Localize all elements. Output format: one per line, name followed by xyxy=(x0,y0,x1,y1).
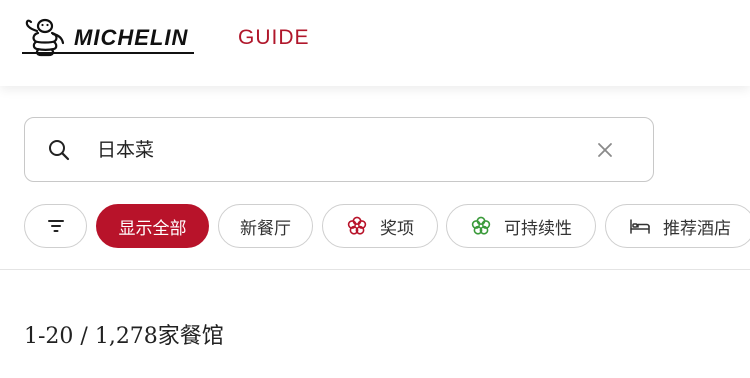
michelin-logo[interactable]: MICHELIN xyxy=(22,14,194,58)
chip-recommended-hotels[interactable]: 推荐酒店 xyxy=(605,204,750,248)
close-icon[interactable] xyxy=(595,140,615,160)
site-header: MICHELIN GUIDE xyxy=(0,0,750,86)
results-count: 1-20 / 1,278家餐馆 xyxy=(24,324,224,349)
search-input[interactable]: 日本菜 xyxy=(97,138,154,162)
chip-sustainability[interactable]: 可持续性 xyxy=(446,204,596,248)
green-clover-icon xyxy=(471,216,491,235)
chip-show-all[interactable]: 显示全部 xyxy=(96,204,209,248)
michelin-flower-icon xyxy=(347,216,367,235)
chip-label: 推荐酒店 xyxy=(663,218,731,239)
search-icon xyxy=(49,140,70,161)
chip-label: 奖项 xyxy=(380,218,414,239)
chip-label: 新餐厅 xyxy=(240,218,291,239)
brand-underline xyxy=(22,52,194,54)
bed-icon xyxy=(630,219,650,234)
search-field[interactable]: 日本菜 xyxy=(24,117,654,182)
chip-awards[interactable]: 奖项 xyxy=(322,204,438,248)
guide-label[interactable]: GUIDE xyxy=(238,26,310,50)
chip-new-restaurants[interactable]: 新餐厅 xyxy=(218,204,313,248)
brand-wordmark: MICHELIN xyxy=(74,25,189,50)
chip-label: 显示全部 xyxy=(118,218,187,239)
section-divider xyxy=(0,269,750,270)
chip-label: 可持续性 xyxy=(504,218,572,239)
filter-chip-bar: 显示全部 新餐厅 奖项 可持续性 推荐酒店 xyxy=(24,204,750,248)
filter-button[interactable] xyxy=(24,204,87,248)
filter-icon xyxy=(47,220,64,232)
